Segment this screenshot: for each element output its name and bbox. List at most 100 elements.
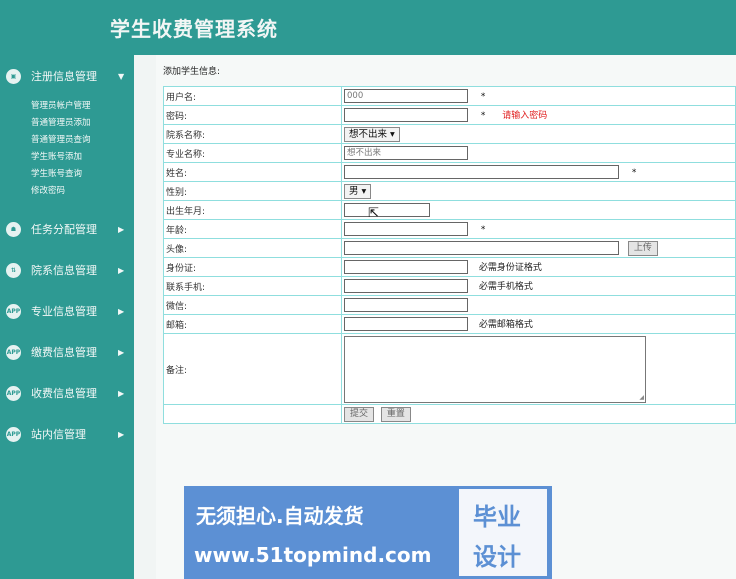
field-label: 姓名: <box>163 162 342 182</box>
form-row-remark: 备注: ◢ <box>163 333 736 405</box>
field-label: 用户名: <box>163 86 342 106</box>
form-row-wechat: 微信: <box>163 295 736 315</box>
field-label: 性别: <box>163 181 342 201</box>
nav-group-label: 注册信息管理 <box>31 70 97 83</box>
banner-badge-line2: 设计 <box>473 543 521 571</box>
format-hint: 必需手机格式 <box>478 281 533 292</box>
department-select[interactable]: 想不出来 ▾ <box>344 126 400 142</box>
chevron-right-icon: ▶ <box>118 306 125 316</box>
chevron-right-icon: ▶ <box>118 347 125 357</box>
sidebar-item-change-password[interactable]: 修改密码 <box>31 184 65 196</box>
nav-group-label: 院系信息管理 <box>31 264 97 277</box>
dropdown-arrow-icon: ▾ <box>361 185 367 197</box>
nav-group-label: 收费信息管理 <box>31 387 97 400</box>
field-label: 联系手机: <box>163 276 342 296</box>
field-label: 密码: <box>163 105 342 125</box>
age-input[interactable] <box>344 222 468 236</box>
username-input[interactable]: 000 <box>344 89 468 103</box>
password-input[interactable] <box>344 108 468 123</box>
format-hint: 必需邮箱格式 <box>478 319 533 330</box>
users-gear-icon: ☗ <box>6 221 21 237</box>
submit-button[interactable]: 提交 <box>344 406 375 422</box>
nav-group-payments[interactable]: APP 缴费信息管理 ▶ <box>0 338 134 366</box>
app-icon: APP <box>6 385 21 401</box>
wechat-input[interactable] <box>344 298 468 312</box>
form-row-department: 院系名称: 想不出来 ▾ <box>163 124 736 144</box>
form-row-username: 用户名: 000 * <box>163 86 736 106</box>
id-card-input[interactable] <box>344 260 468 275</box>
field-label: 头像: <box>163 238 342 258</box>
nav-group-messages[interactable]: APP 站内信管理 ▶ <box>0 420 134 448</box>
nav-group-label: 缴费信息管理 <box>31 346 97 359</box>
chevron-right-icon: ▶ <box>118 224 125 234</box>
form-title: 添加学生信息: <box>163 67 221 77</box>
monitor-icon: ▣ <box>6 68 21 84</box>
field-label: 微信: <box>163 295 342 315</box>
dropdown-arrow-icon: ▾ <box>390 128 395 140</box>
sidebar-item-add-student[interactable]: 学生账号添加 <box>31 150 82 162</box>
field-label: 身份证: <box>163 257 342 277</box>
student-form: 用户名: 000 * 密码: * 请输入密码 院系名称: 想不出来 ▾ 专业名称… <box>163 86 736 424</box>
field-label: 院系名称: <box>163 124 342 144</box>
name-input[interactable] <box>344 165 619 179</box>
nav-group-tasks[interactable]: ☗ 任务分配管理 ▶ <box>0 215 134 243</box>
chevron-right-icon: ▶ <box>118 265 125 275</box>
chevron-right-icon: ▶ <box>118 429 125 439</box>
nav-group-majors[interactable]: APP 专业信息管理 ▶ <box>0 297 134 325</box>
sidebar: ▣ 注册信息管理 ▼ 管理员帐户管理 普通管理员添加 普通管理员查询 学生账号添… <box>0 55 134 579</box>
form-row-gender: 性别: 男 ▾ <box>163 181 736 201</box>
chevron-right-icon: ▶ <box>118 388 125 398</box>
nav-group-charges[interactable]: APP 收费信息管理 ▶ <box>0 379 134 407</box>
required-mark: * <box>480 110 486 121</box>
required-mark: * <box>480 224 486 235</box>
app-icon: APP <box>6 303 21 319</box>
field-label: 出生年月: <box>163 200 342 220</box>
nav-group-label: 专业信息管理 <box>31 305 97 318</box>
top-header: 学生收费管理系统 <box>0 0 736 55</box>
field-label: 备注: <box>163 333 342 405</box>
app-icon: APP <box>6 344 21 360</box>
reset-button[interactable]: 重置 <box>380 406 411 422</box>
app-icon: APP <box>6 426 21 442</box>
mouse-cursor-icon: ⇱ <box>368 206 379 221</box>
sidebar-gutter <box>134 55 156 579</box>
sidebar-item-admin-accounts[interactable]: 管理员帐户管理 <box>31 99 91 111</box>
form-row-name: 姓名: * <box>163 162 736 182</box>
email-input[interactable] <box>344 317 468 332</box>
birth-date-input[interactable] <box>344 203 430 217</box>
nav-group-departments[interactable]: ⇅ 院系信息管理 ▶ <box>0 256 134 284</box>
remark-textarea[interactable]: ◢ <box>344 335 646 403</box>
required-mark: * <box>631 167 637 178</box>
banner-slogan: 无须担心.自动发货 <box>196 504 364 528</box>
avatar-path-input[interactable] <box>344 241 619 255</box>
form-row-age: 年龄: * <box>163 219 736 239</box>
nav-group-registration[interactable]: ▣ 注册信息管理 ▼ <box>0 62 134 90</box>
nav-group-label: 任务分配管理 <box>31 223 97 236</box>
banner-badge: 毕业 设计 <box>456 486 550 579</box>
resize-handle-icon[interactable]: ◢ <box>639 394 644 401</box>
sidebar-item-query-student[interactable]: 学生账号查询 <box>31 167 82 179</box>
password-error-text: 请输入密码 <box>502 110 548 121</box>
form-row-password: 密码: * 请输入密码 <box>163 105 736 125</box>
form-row-birth: 出生年月: <box>163 200 736 220</box>
form-row-email: 邮箱: 必需邮箱格式 <box>163 314 736 334</box>
nav-group-label: 站内信管理 <box>31 428 86 441</box>
required-mark: * <box>480 91 486 102</box>
sidebar-item-query-admin[interactable]: 普通管理员查询 <box>31 133 91 145</box>
form-row-actions: 提交 重置 <box>163 404 736 424</box>
transfer-icon: ⇅ <box>6 262 21 278</box>
upload-button[interactable]: 上传 <box>627 240 658 256</box>
chevron-down-icon: ▼ <box>118 71 125 81</box>
banner-url: www.51topmind.com <box>194 543 432 567</box>
major-input[interactable]: 想不出来 <box>344 146 468 160</box>
app-title: 学生收费管理系统 <box>110 17 278 41</box>
phone-input[interactable] <box>344 279 468 294</box>
banner-badge-line1: 毕业 <box>473 503 521 531</box>
watermark-banner: 无须担心.自动发货 www.51topmind.com 毕业 设计 <box>184 486 552 579</box>
sidebar-item-add-admin[interactable]: 普通管理员添加 <box>31 116 91 128</box>
gender-select[interactable]: 男 ▾ <box>344 183 372 199</box>
empty-cell <box>163 404 342 424</box>
form-row-major: 专业名称: 想不出来 <box>163 143 736 163</box>
form-row-avatar: 头像: 上传 <box>163 238 736 258</box>
field-label: 邮箱: <box>163 314 342 334</box>
